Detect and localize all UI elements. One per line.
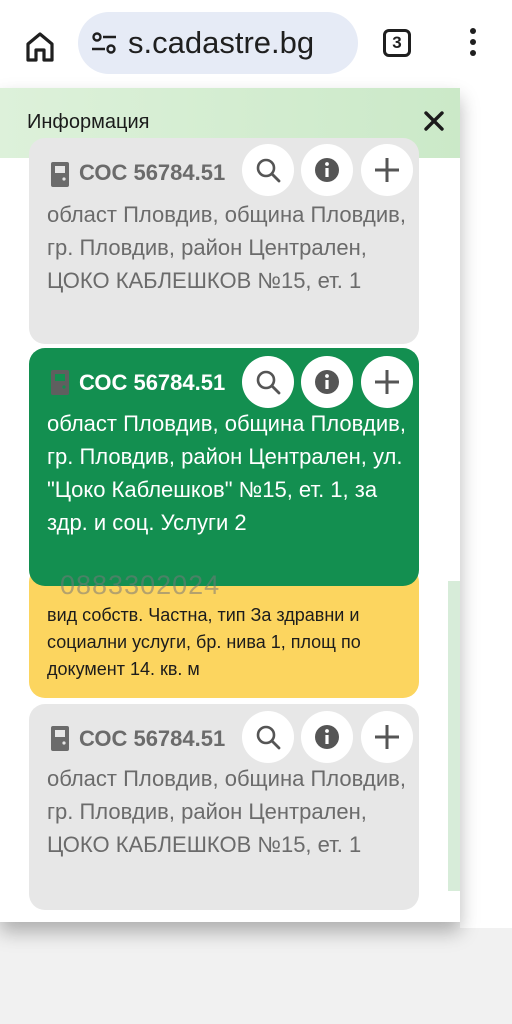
info-panel: Информация СОС 56784.51 5 област Пловдив… [0, 88, 460, 922]
browser-toolbar: s.cadastre.bg 3 [0, 0, 512, 88]
zoom-to-button[interactable] [242, 711, 294, 763]
zoom-to-button[interactable] [242, 144, 294, 196]
home-icon[interactable] [20, 26, 60, 66]
info-button[interactable] [301, 711, 353, 763]
map-strip [460, 88, 512, 928]
add-button[interactable] [361, 356, 413, 408]
zoom-to-button[interactable] [242, 356, 294, 408]
close-icon[interactable] [423, 110, 445, 132]
card-address: област Пловдив, община Пловдив, гр. Плов… [47, 766, 406, 857]
card-address: област Пловдив, община Пловдив, гр. Плов… [47, 202, 406, 293]
tune-icon[interactable] [90, 31, 118, 55]
info-button[interactable] [301, 144, 353, 196]
building-unit-icon [51, 370, 69, 395]
details-text: вид собств. Частна, тип За здравни и соц… [47, 605, 361, 679]
card-address: област Пловдив, община Пловдив, гр. Плов… [47, 411, 406, 535]
url-text[interactable]: s.cadastre.bg [128, 25, 314, 61]
building-unit-icon [51, 162, 69, 187]
info-button[interactable] [301, 356, 353, 408]
card-title: СОС 56784.51 [79, 160, 226, 185]
building-unit-icon [51, 726, 69, 751]
watermark: 0883302024 [60, 570, 221, 600]
scrollbar[interactable] [448, 581, 460, 891]
panel-title: Информация [27, 111, 150, 133]
tab-count-button[interactable]: 3 [383, 29, 411, 57]
add-button[interactable] [361, 144, 413, 196]
card-title: СОС 56784.51 [79, 726, 226, 751]
add-button[interactable] [361, 711, 413, 763]
more-vert-icon[interactable] [466, 28, 480, 60]
card-title: СОС 56784.51 [79, 370, 226, 395]
address-bar[interactable]: s.cadastre.bg [78, 12, 358, 74]
